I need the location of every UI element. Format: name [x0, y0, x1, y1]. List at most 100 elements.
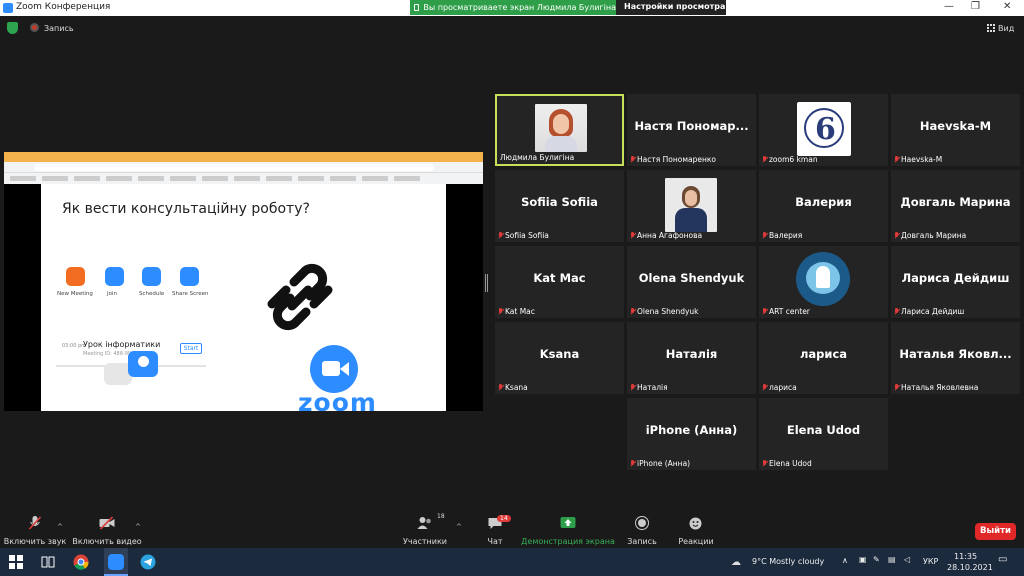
notifications-icon[interactable]: ▭: [998, 554, 1007, 565]
shared-screen: Як вести консультаційну роботу? New Meet…: [4, 152, 483, 411]
participant-name: Sofiia Sofiia: [505, 231, 549, 240]
participant-name-label: ART center: [762, 307, 810, 316]
participant-tile[interactable]: ART center: [759, 246, 888, 318]
unmute-label: Включить звук: [3, 537, 67, 546]
participant-display-name: Настя Пономар...: [634, 119, 749, 133]
resize-handle[interactable]: [485, 274, 488, 292]
share-status-text: Вы просматриваете экран Людмила Булигіна: [423, 3, 616, 12]
zoom-wordmark: zoom: [298, 388, 377, 411]
recording-indicator[interactable]: Запись: [44, 24, 74, 33]
participant-display-name: Sofiia Sofiia: [521, 195, 598, 209]
participant-name-label: Elena Udod: [762, 459, 812, 468]
share-screen-label: Share Screen: [172, 291, 209, 297]
close-button[interactable]: ✕: [1003, 1, 1011, 12]
participants-label: Участники: [402, 537, 448, 546]
browser-bookmarks: [4, 173, 483, 184]
start-video-label: Включить видео: [72, 537, 142, 546]
view-button[interactable]: Вид: [987, 24, 1014, 33]
participant-tile[interactable]: лариса лариса: [759, 322, 888, 394]
tray-chevron-icon[interactable]: ∧: [842, 556, 848, 565]
muted-mic-icon: [762, 231, 767, 240]
grid-icon: [987, 24, 995, 32]
start-video-button[interactable]: Включить видео: [72, 510, 142, 548]
share-banner: Вы просматриваете экран Людмила Булигіна…: [410, 0, 726, 20]
participant-name-label: Довгаль Марина: [894, 231, 966, 240]
participant-name: Довгаль Марина: [901, 231, 967, 240]
muted-mic-icon: [894, 155, 899, 164]
school-logo-image: 6: [797, 102, 851, 156]
participant-tile[interactable]: Sofiia Sofiia Sofiia Sofiia: [495, 170, 624, 242]
participant-display-name: Наталія: [665, 347, 718, 361]
slide-heading: Як вести консультаційну роботу?: [62, 201, 310, 217]
participant-name-label: iPhone (Анна): [630, 459, 690, 468]
start-label: Start: [180, 343, 202, 354]
participant-name: Olena Shendyuk: [637, 307, 699, 316]
participant-tile[interactable]: Kat Mac Kat Mac: [495, 246, 624, 318]
language-indicator[interactable]: УКР: [923, 557, 938, 566]
participant-tile[interactable]: iPhone (Анна) iPhone (Анна): [627, 398, 756, 470]
participant-tile[interactable]: Ksana Ksana: [495, 322, 624, 394]
participant-tile[interactable]: Довгаль Марина Довгаль Марина: [891, 170, 1020, 242]
record-icon: [30, 23, 39, 32]
muted-mic-icon: [894, 231, 899, 240]
meeting-toolbar: Включить звук ^ Включить видео ^ 18 Учас…: [0, 510, 1024, 548]
audio-options-chevron-icon[interactable]: ^: [57, 523, 63, 531]
participant-tile[interactable]: Наталія Наталія: [627, 322, 756, 394]
smile-icon: [138, 356, 149, 367]
participant-tile[interactable]: Анна Агафонова: [627, 170, 756, 242]
schedule-icon: [142, 267, 161, 286]
minimize-button[interactable]: —: [944, 1, 954, 12]
tray-app-icon[interactable]: ▣: [859, 555, 867, 564]
reactions-button[interactable]: Реакции: [661, 510, 731, 548]
participant-name: Ksana: [505, 383, 528, 392]
participant-name: Лариса Дейдиш: [901, 307, 965, 316]
muted-mic-icon: [498, 383, 503, 392]
weather-widget[interactable]: 9°C Mostly cloudy: [752, 557, 824, 566]
share-screen-button[interactable]: Демонстрация экрана: [520, 510, 616, 548]
window-title: Zoom Конференция: [16, 2, 111, 12]
participant-name-label: zoom6 kman: [762, 155, 818, 164]
zoom-taskbar-item[interactable]: [104, 548, 128, 576]
participant-tile[interactable]: Наталья Яковл... Наталья Яковлевна: [891, 322, 1020, 394]
muted-mic-icon: [630, 231, 635, 240]
clock-time[interactable]: 11:35: [954, 552, 977, 561]
presentation-slide: Як вести консультаційну роботу? New Meet…: [41, 184, 446, 411]
chrome-icon[interactable]: [73, 554, 89, 570]
share-screen-icon: [180, 267, 199, 286]
woman-portrait-2-image: [665, 178, 717, 232]
participant-tile[interactable]: Людмила Булигіна: [495, 94, 624, 166]
participants-button[interactable]: 18 Участники: [390, 510, 460, 548]
pen-icon[interactable]: ✎: [873, 555, 880, 564]
speaker-icon[interactable]: ◁: [904, 555, 910, 564]
windows-start-icon[interactable]: [8, 554, 24, 570]
participant-tile[interactable]: Haevska-M Haevska-M: [891, 94, 1020, 166]
participant-tile[interactable]: Olena Shendyuk Olena Shendyuk: [627, 246, 756, 318]
participant-tile[interactable]: Elena Udod Elena Udod: [759, 398, 888, 470]
video-options-chevron-icon[interactable]: ^: [135, 523, 141, 531]
participant-tile[interactable]: 6 zoom6 kman: [759, 94, 888, 166]
chain-link-icon: [267, 263, 333, 331]
muted-mic-icon: [498, 231, 503, 240]
maximize-button[interactable]: ❐: [971, 1, 980, 12]
task-view-icon[interactable]: [40, 554, 56, 570]
camera-icon: [322, 361, 340, 376]
participant-display-name: Haevska-M: [919, 119, 992, 133]
participant-tile[interactable]: Лариса Дейдиш Лариса Дейдиш: [891, 246, 1020, 318]
muted-mic-icon: [894, 383, 899, 392]
participant-tile[interactable]: Валерия Валерия: [759, 170, 888, 242]
participant-name: Haevska-M: [901, 155, 943, 164]
video-off-icon: [99, 516, 115, 530]
participant-display-name: Довгаль Марина: [900, 195, 1011, 209]
leave-button[interactable]: Выйти: [975, 523, 1016, 540]
clock-date[interactable]: 28.10.2021: [947, 563, 993, 572]
new-meeting-icon: [66, 267, 85, 286]
participant-display-name: Лариса Дейдиш: [901, 271, 1010, 285]
participant-tile[interactable]: Настя Пономар... Настя Пономаренко: [627, 94, 756, 166]
participant-name-label: Настя Пономаренко: [630, 155, 716, 164]
shield-icon[interactable]: [7, 22, 18, 34]
network-icon[interactable]: ▤: [888, 555, 896, 564]
muted-mic-icon: [762, 383, 767, 392]
telegram-icon[interactable]: [140, 554, 156, 570]
windows-taskbar: ☁ 9°C Mostly cloudy ∧ ▣ ✎ ▤ ◁ УКР 11:35 …: [0, 548, 1024, 576]
join-icon: [105, 267, 124, 286]
